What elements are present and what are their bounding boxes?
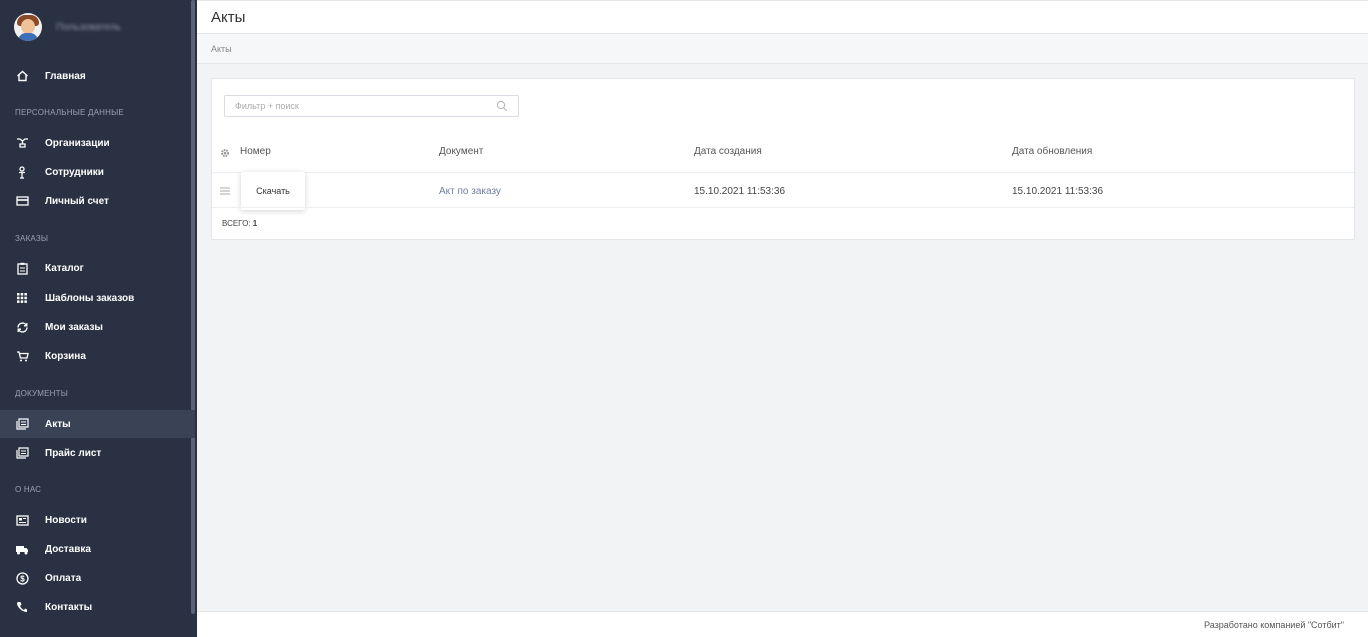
docs-icon bbox=[15, 446, 29, 460]
home-icon bbox=[15, 69, 29, 83]
section-documents: Документы bbox=[15, 389, 69, 398]
docs-icon bbox=[15, 417, 29, 431]
column-header-number[interactable]: Номер bbox=[240, 146, 271, 157]
sidebar-item-catalog[interactable]: Каталог bbox=[0, 254, 195, 282]
footer: Разработано компанией "Сотбит" bbox=[197, 611, 1368, 637]
page-header: Акты bbox=[197, 0, 1368, 34]
sidebar-item-payment[interactable]: $ Оплата bbox=[0, 564, 195, 592]
sidebar-item-label: Корзина bbox=[45, 350, 86, 362]
cell-document-link[interactable]: Акт по заказу bbox=[439, 186, 501, 197]
card-icon bbox=[15, 194, 29, 208]
sidebar-item-acts[interactable]: Акты bbox=[0, 410, 195, 438]
footer-credit[interactable]: Разработано компанией "Сотбит" bbox=[1204, 620, 1344, 630]
sidebar-item-label: Оплата bbox=[45, 572, 82, 584]
search-box bbox=[224, 95, 519, 117]
total-value: 1 bbox=[252, 219, 258, 228]
sidebar-item-delivery[interactable]: Доставка bbox=[0, 535, 195, 563]
column-header-document[interactable]: Документ bbox=[439, 146, 483, 157]
sidebar-item-contacts[interactable]: Контакты bbox=[0, 593, 195, 621]
sidebar-item-price-list[interactable]: Прайс лист bbox=[0, 439, 195, 467]
divider bbox=[212, 172, 1354, 173]
menu-icon[interactable] bbox=[220, 187, 230, 195]
dollar-icon: $ bbox=[15, 571, 29, 585]
cell-updated: 15.10.2021 11:53:36 bbox=[1012, 186, 1104, 197]
org-icon bbox=[15, 136, 29, 150]
section-orders: Заказы bbox=[15, 234, 49, 243]
sidebar-item-label: Акты bbox=[45, 418, 71, 430]
sidebar-item-account[interactable]: Личный счет bbox=[0, 187, 195, 215]
sidebar-item-label: Новости bbox=[45, 514, 87, 526]
news-icon bbox=[15, 513, 29, 527]
svg-text:$: $ bbox=[20, 574, 25, 583]
sidebar-item-organizations[interactable]: Организации bbox=[0, 129, 195, 157]
truck-icon bbox=[15, 542, 29, 556]
sidebar-item-employees[interactable]: Сотрудники bbox=[0, 158, 195, 186]
sidebar-item-label: Организации bbox=[45, 137, 110, 149]
sidebar-item-label: Доставка bbox=[45, 543, 91, 555]
avatar bbox=[14, 13, 42, 41]
user-name: Пользователь bbox=[56, 21, 121, 33]
sidebar-item-label: Личный счет bbox=[45, 195, 109, 207]
grid-icon bbox=[15, 291, 29, 305]
divider bbox=[212, 207, 1354, 208]
sidebar-item-templates[interactable]: Шаблоны заказов bbox=[0, 284, 195, 312]
gear-icon[interactable] bbox=[220, 148, 230, 158]
sidebar-item-label: Главная bbox=[45, 70, 86, 82]
acts-card: Номер Документ Дата создания Дата обновл… bbox=[211, 78, 1355, 240]
person-icon bbox=[15, 165, 29, 179]
download-menu-item[interactable]: Скачать bbox=[256, 186, 290, 196]
cart-icon bbox=[15, 349, 29, 363]
sidebar-item-label: Шаблоны заказов bbox=[45, 292, 135, 304]
column-header-created[interactable]: Дата создания bbox=[694, 146, 762, 157]
breadcrumb-item[interactable]: Акты bbox=[211, 44, 232, 54]
sidebar-item-label: Сотрудники bbox=[45, 166, 104, 178]
page-title: Акты bbox=[211, 9, 246, 26]
sidebar-item-label: Прайс лист bbox=[45, 447, 102, 459]
search-input[interactable] bbox=[225, 101, 485, 111]
phone-icon bbox=[15, 600, 29, 614]
total-count: ВСЕГО: 1 bbox=[222, 219, 257, 228]
section-about: О нас bbox=[15, 485, 42, 494]
total-label: ВСЕГО: bbox=[222, 219, 251, 228]
sidebar-item-my-orders[interactable]: Мои заказы bbox=[0, 313, 195, 341]
user-profile[interactable]: Пользователь bbox=[0, 0, 197, 54]
row-context-menu: Скачать bbox=[241, 172, 305, 210]
sidebar-item-label: Каталог bbox=[45, 262, 84, 274]
refresh-icon bbox=[15, 320, 29, 334]
section-personal: Персональные данные bbox=[15, 108, 124, 117]
sidebar: Пользователь Главная Персональные данные… bbox=[0, 0, 197, 637]
breadcrumb: Акты bbox=[197, 34, 1368, 64]
cell-created: 15.10.2021 11:53:36 bbox=[694, 186, 786, 197]
search-icon[interactable] bbox=[496, 100, 508, 112]
sidebar-item-label: Мои заказы bbox=[45, 321, 103, 333]
clipboard-icon bbox=[15, 261, 29, 275]
sidebar-item-home[interactable]: Главная bbox=[0, 62, 195, 90]
sidebar-item-cart[interactable]: Корзина bbox=[0, 342, 195, 370]
column-header-updated[interactable]: Дата обновления bbox=[1012, 146, 1092, 157]
sidebar-item-label: Контакты bbox=[45, 601, 93, 613]
sidebar-item-news[interactable]: Новости bbox=[0, 506, 195, 534]
